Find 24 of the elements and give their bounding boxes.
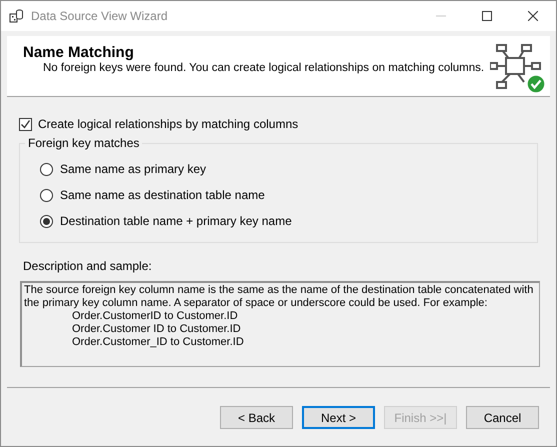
- close-icon[interactable]: [528, 11, 538, 21]
- app-icon: [9, 9, 23, 23]
- page-subtitle: No foreign keys were found. You can create logical relationships on matching columns.: [43, 62, 486, 74]
- example-line: Order.CustomerID to Customer.ID: [72, 310, 239, 323]
- window-title: Data Source View Wizard: [31, 9, 168, 23]
- description-text: The source foreign key column name is the same as the name of the destination table concatenated with the primary key column name. A separator of space or underscore could be used. For example:: [24, 284, 534, 310]
- radio-label: Same name as destination table name: [60, 188, 265, 202]
- description-label: Description and sample:: [23, 259, 153, 273]
- radio-button[interactable]: [40, 214, 53, 228]
- maximize-icon[interactable]: [482, 11, 492, 21]
- group-title: Foreign key matches: [25, 136, 142, 150]
- page-title: Name Matching: [23, 44, 135, 61]
- radio-label: Destination table name + primary key name: [60, 214, 292, 228]
- radio-label: Same name as primary key: [60, 162, 206, 176]
- checkbox[interactable]: [19, 118, 32, 130]
- radio-button[interactable]: [40, 162, 53, 176]
- wizard-button[interactable]: < Back: [220, 406, 293, 429]
- radio-button[interactable]: [40, 188, 53, 202]
- example-line: Order.Customer ID to Customer.ID: [72, 323, 242, 336]
- example-line: Order.Customer_ID to Customer.ID: [72, 336, 245, 349]
- wizard-button[interactable]: Next >: [302, 406, 375, 429]
- checkbox-label: Create logical relationships by matching columns: [38, 117, 298, 131]
- diagram-check-icon: [490, 44, 546, 94]
- wizard-button[interactable]: Cancel: [466, 406, 539, 429]
